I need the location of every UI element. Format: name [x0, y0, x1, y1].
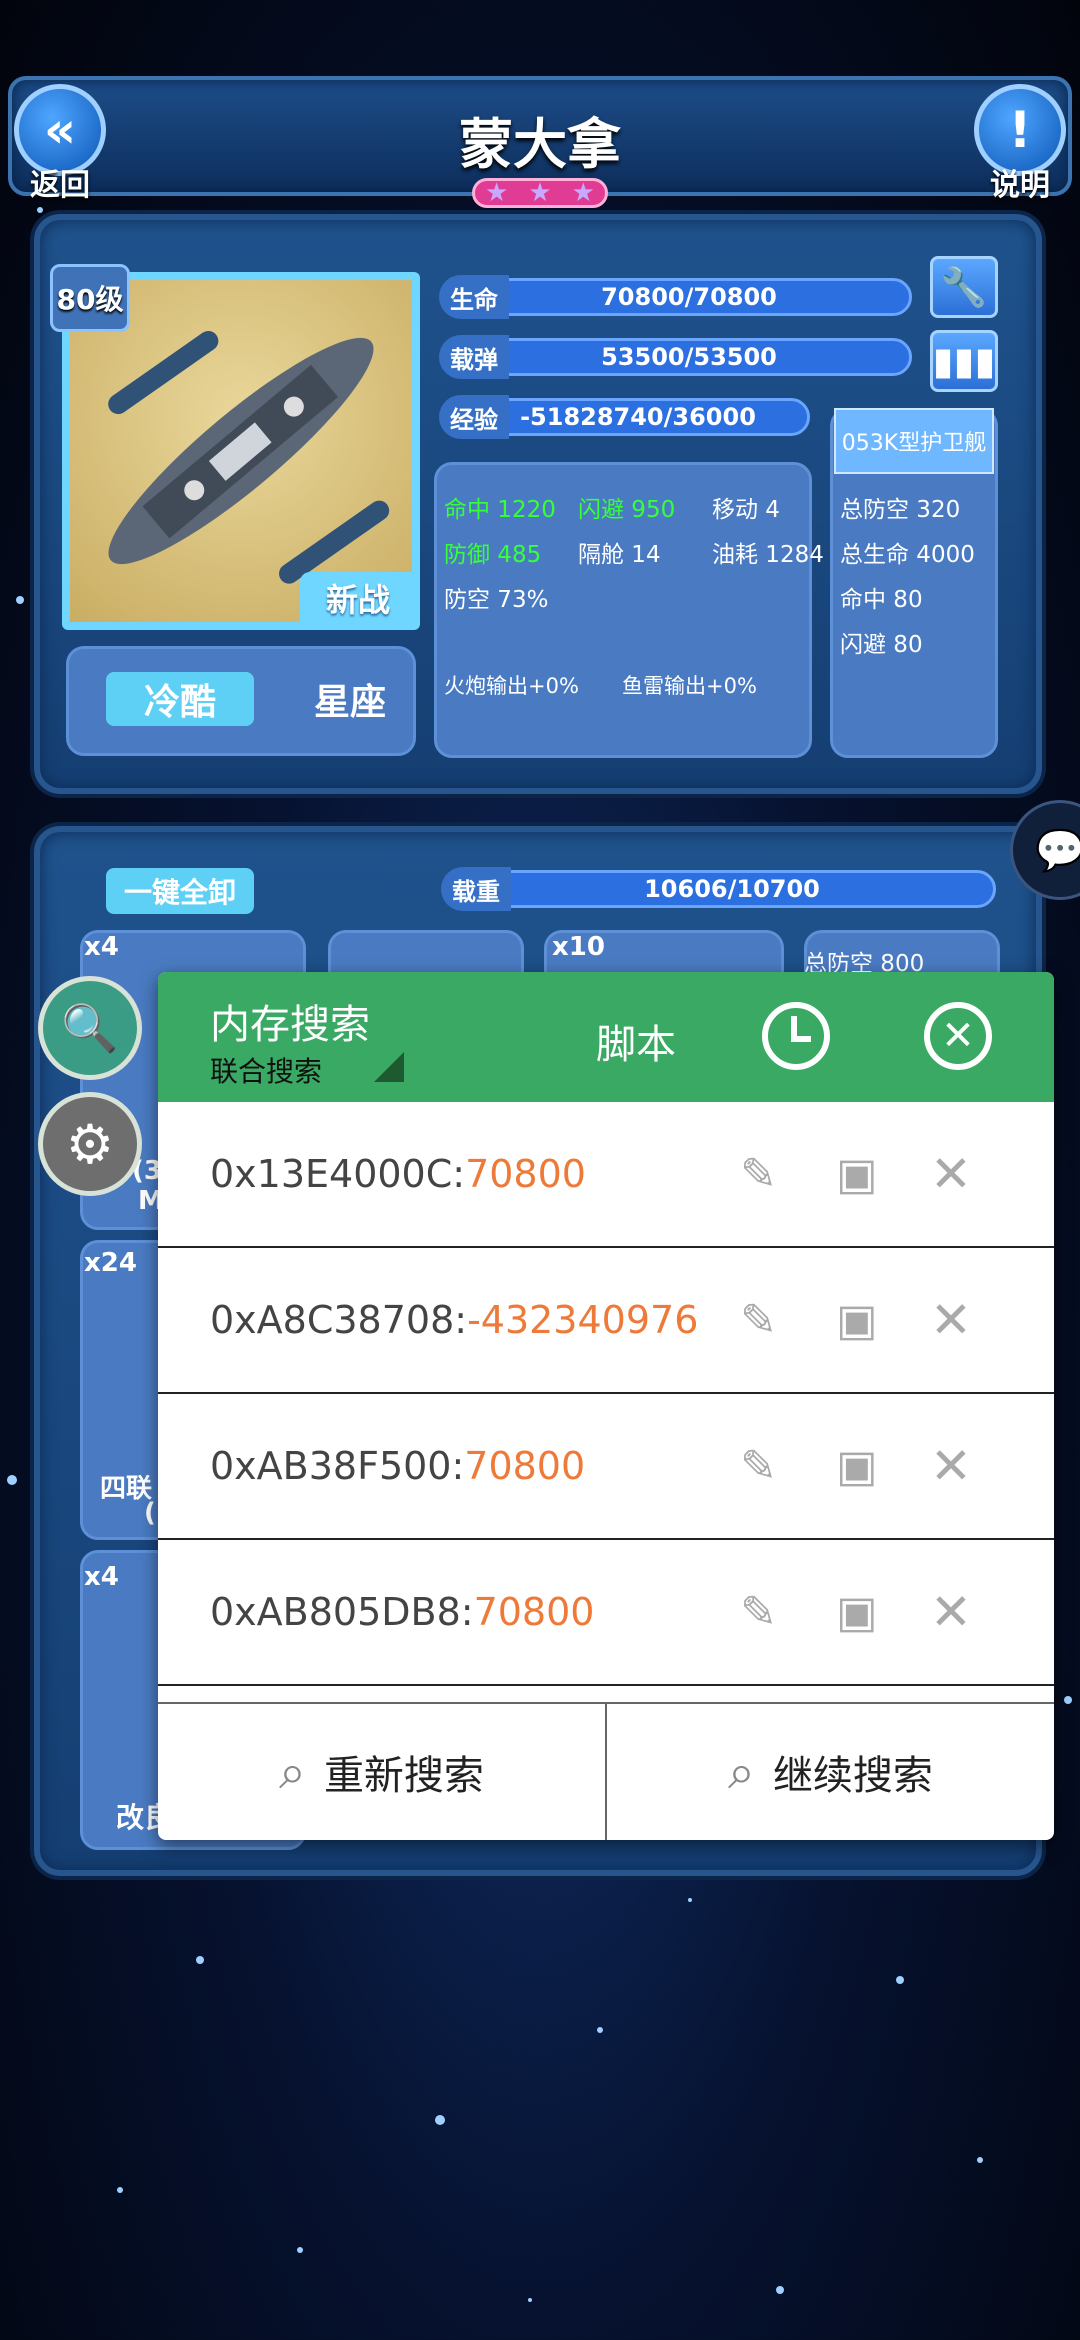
tab-cool[interactable]: 冷酷	[106, 672, 254, 726]
save-floppy-icon[interactable]: ▣	[836, 1587, 878, 1638]
dialog-footer: ⌕ 重新搜索 ⌕ 继续搜索	[158, 1702, 1054, 1840]
dialog-title: 内存搜索	[210, 1002, 370, 1048]
memory-search-dialog: 内存搜索 联合搜索 脚本 ✕ 0x13E4000C:70800 ✎ ▣ ✕ 0x…	[158, 972, 1054, 1840]
escort-total-aa: 总防空 320	[840, 497, 961, 523]
escort-total-hp: 总生命 4000	[840, 542, 975, 568]
value: 70800	[465, 1152, 586, 1196]
result-row[interactable]: 0xA8C38708:-432340976 ✎ ▣ ✕	[158, 1248, 1054, 1394]
tab-constellation[interactable]: 星座	[290, 672, 410, 726]
search-plus-icon: ⌕	[279, 1743, 306, 1800]
research-button[interactable]: ⌕ 重新搜索	[158, 1704, 607, 1840]
edit-pencil-icon[interactable]: ✎	[740, 1295, 777, 1346]
delete-x-icon[interactable]: ✕	[930, 1583, 972, 1641]
star-icon: ★	[528, 178, 552, 208]
stat-bulkhead: 隔舱 14	[578, 542, 661, 568]
binary-search-icon: 🔍	[61, 1000, 119, 1055]
search-mode-select[interactable]: 联合搜索	[210, 1050, 322, 1090]
count-badge: x4	[84, 1562, 119, 1592]
search-icon: ⌕	[728, 1743, 755, 1800]
unload-all-button[interactable]: 一键全卸	[106, 868, 254, 914]
stat-evade: 闪避 950	[578, 497, 676, 523]
wrench-icon: 🔧	[940, 264, 988, 309]
page-title: 蒙大拿	[459, 113, 621, 176]
ammo-icon: ▮▮▮	[932, 339, 996, 383]
address: 0xA8C38708:	[210, 1298, 468, 1342]
address: 0x13E4000C:	[210, 1152, 466, 1196]
ship-tag: 新战	[300, 572, 416, 624]
stat-defense: 防御 485	[444, 542, 542, 568]
escort-evade: 闪避 80	[840, 632, 923, 658]
value: 70800	[464, 1444, 586, 1488]
ammo-label: 载弹	[439, 335, 509, 379]
ammo-bar: 载弹 53500/53500	[439, 335, 912, 379]
stat-move: 移动 4	[712, 497, 780, 523]
result-text: 0xAB38F500:70800	[210, 1444, 585, 1488]
stat-aa: 防空 73%	[444, 587, 549, 613]
load-label: 载重	[441, 867, 511, 911]
exclamation-icon: !	[1008, 101, 1032, 159]
delete-x-icon[interactable]: ✕	[930, 1145, 972, 1203]
result-text: 0x13E4000C:70800	[210, 1152, 586, 1196]
double-chevron-left-icon: «	[43, 101, 77, 159]
hp-value: 70800/70800	[601, 283, 777, 311]
continue-search-button[interactable]: ⌕ 继续搜索	[607, 1704, 1054, 1840]
address: 0xAB805DB8:	[210, 1590, 474, 1634]
star-rating: ★ ★ ★	[472, 178, 608, 208]
result-text: 0xA8C38708:-432340976	[210, 1298, 698, 1342]
count-badge: x10	[552, 932, 605, 962]
gear-icon: ⚙	[65, 1112, 115, 1176]
address: 0xAB38F500:	[210, 1444, 465, 1488]
help-label: 说明	[990, 168, 1050, 203]
stat-fuel: 油耗 1284	[712, 542, 824, 568]
count-badge: x4	[84, 932, 119, 962]
settings-float-button[interactable]: ⚙	[38, 1092, 142, 1196]
exp-bar: 经验 -51828740/36000	[439, 395, 810, 439]
escort-hit: 命中 80	[840, 587, 923, 613]
hp-label: 生命	[439, 275, 509, 319]
delete-x-icon[interactable]: ✕	[930, 1437, 972, 1495]
stat-hit: 命中 1220	[444, 497, 556, 523]
hp-bar: 生命 70800/70800	[439, 275, 912, 319]
clock-hand	[791, 1036, 811, 1042]
result-row[interactable]: 0xAB805DB8:70800 ✎ ▣ ✕	[158, 1540, 1054, 1686]
history-button[interactable]	[762, 1002, 830, 1070]
script-button[interactable]: 脚本	[596, 1012, 676, 1070]
count-badge: x24	[84, 1248, 137, 1278]
value: 70800	[473, 1590, 595, 1634]
chat-bubble-icon: 💬	[1035, 827, 1080, 874]
stat-torpedo-output: 鱼雷输出+0%	[622, 674, 757, 698]
result-row[interactable]: 0xAB38F500:70800 ✎ ▣ ✕	[158, 1394, 1054, 1540]
load-value: 10606/10700	[644, 875, 820, 903]
exp-label: 经验	[439, 395, 509, 439]
continue-label: 继续搜索	[772, 1753, 933, 1799]
dialog-header: 内存搜索 联合搜索 脚本 ✕	[158, 972, 1054, 1102]
result-row[interactable]: 0x13E4000C:70800 ✎ ▣ ✕	[158, 1102, 1054, 1248]
edit-pencil-icon[interactable]: ✎	[740, 1587, 777, 1638]
save-floppy-icon[interactable]: ▣	[836, 1295, 878, 1346]
edit-pencil-icon[interactable]: ✎	[740, 1441, 777, 1492]
repair-button[interactable]: 🔧	[930, 256, 998, 318]
research-label: 重新搜索	[323, 1753, 484, 1799]
dropdown-corner-icon	[374, 1052, 404, 1082]
equip-name-partial: (	[144, 1498, 156, 1528]
value: -432340976	[467, 1298, 699, 1342]
ammo-value: 53500/53500	[601, 343, 777, 371]
exp-value: -51828740/36000	[520, 403, 756, 431]
result-text: 0xAB805DB8:70800	[210, 1590, 594, 1634]
back-label: 返回	[30, 168, 90, 203]
escort-title[interactable]: 053K型护卫舰	[834, 408, 994, 474]
level-badge: 80级	[50, 264, 130, 332]
save-floppy-icon[interactable]: ▣	[836, 1149, 878, 1200]
memory-search-float-button[interactable]: 🔍	[38, 976, 142, 1080]
load-bar: 载重 10606/10700	[441, 867, 996, 911]
ammo-button[interactable]: ▮▮▮	[930, 330, 998, 392]
star-icon: ★	[485, 178, 509, 208]
star-icon: ★	[571, 178, 595, 208]
save-floppy-icon[interactable]: ▣	[836, 1441, 878, 1492]
close-icon: ✕	[941, 1013, 975, 1059]
delete-x-icon[interactable]: ✕	[930, 1291, 972, 1349]
stat-gun-output: 火炮输出+0%	[444, 674, 579, 698]
edit-pencil-icon[interactable]: ✎	[740, 1149, 777, 1200]
close-button[interactable]: ✕	[924, 1002, 992, 1070]
